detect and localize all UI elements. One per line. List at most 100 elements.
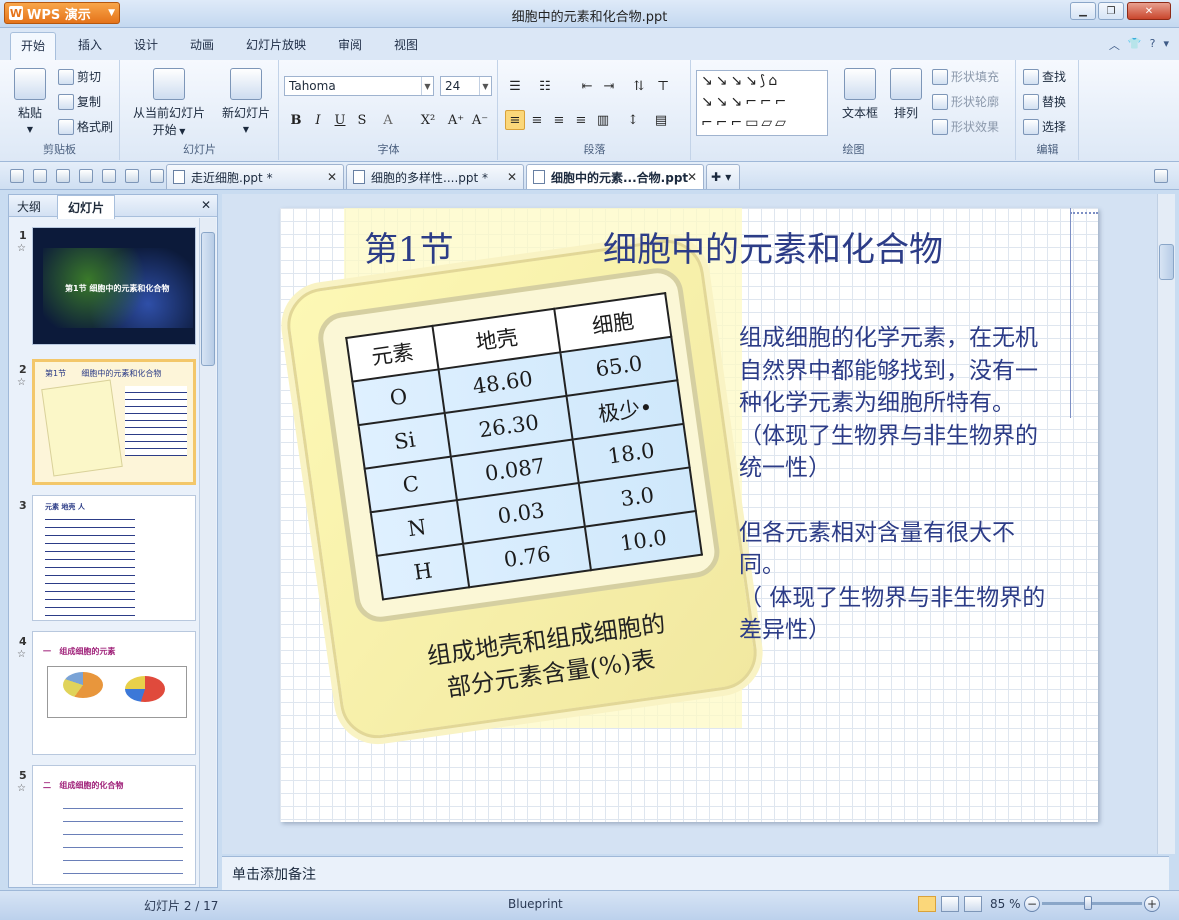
tab-slideshow[interactable]: 幻灯片放映 bbox=[246, 36, 306, 53]
tab-outline[interactable]: 大纲 bbox=[17, 198, 41, 215]
align-text-icon[interactable]: ⊤ bbox=[653, 76, 673, 96]
slide-canvas[interactable]: 元素 地壳 细胞 O 48.60 65.0 Si 26.30 极少• C 0.0… bbox=[280, 208, 1098, 822]
open-icon[interactable] bbox=[10, 169, 24, 183]
numbering-icon[interactable]: ☷ bbox=[535, 76, 555, 96]
skin-icon[interactable]: 👕 bbox=[1128, 37, 1142, 53]
tab-slides[interactable]: 幻灯片 bbox=[57, 195, 116, 219]
distribute-button[interactable]: ▥ bbox=[593, 110, 613, 130]
close-icon[interactable]: ✕ bbox=[327, 170, 337, 184]
align-center-button[interactable]: ≡ bbox=[527, 110, 547, 130]
textbox-button[interactable]: 文本框 bbox=[838, 68, 882, 121]
replace-button[interactable]: 替换 bbox=[1023, 93, 1066, 110]
line-spacing-icon[interactable]: ↕ bbox=[623, 110, 643, 130]
font-color-button[interactable]: A bbox=[378, 110, 398, 130]
maximize-button[interactable]: ❐ bbox=[1098, 2, 1124, 20]
save-icon[interactable] bbox=[33, 169, 47, 183]
font-name-select[interactable]: Tahoma ▼ bbox=[284, 76, 434, 96]
slide-sorter-button[interactable] bbox=[941, 896, 959, 912]
slide-thumbnail[interactable]: 二 组成细胞的化合物 bbox=[32, 765, 196, 885]
shape-outline-button[interactable]: 形状轮廓 bbox=[932, 93, 999, 110]
shape-effect-button[interactable]: 形状效果 bbox=[932, 118, 999, 135]
print-preview-icon[interactable] bbox=[79, 169, 93, 183]
print-icon[interactable] bbox=[56, 169, 70, 183]
slide-thumbnail-selected[interactable]: 第1节 细胞中的元素和化合物 bbox=[32, 359, 196, 485]
shapes-gallery[interactable]: ↘↘↘↘⟆⌂ ↘↘↘⌐⌐⌐ ⌐⌐⌐▭▱▱ bbox=[696, 70, 828, 136]
align-left-button[interactable]: ≡ bbox=[505, 110, 525, 130]
collapse-ribbon-icon[interactable]: ︿ bbox=[1109, 37, 1120, 53]
notes-pane[interactable]: 单击添加备注 bbox=[222, 856, 1169, 890]
editing-group: 查找 替换 选择 编辑 bbox=[1017, 60, 1079, 160]
redo-icon[interactable] bbox=[125, 169, 139, 183]
doc-tab[interactable]: 细胞的多样性....ppt * ✕ bbox=[346, 164, 524, 189]
zoom-in-button[interactable]: + bbox=[1144, 896, 1160, 912]
increase-indent-icon[interactable]: ⇥ bbox=[599, 76, 619, 96]
zoom-out-button[interactable]: − bbox=[1024, 896, 1040, 912]
layout-icon[interactable] bbox=[1154, 169, 1168, 183]
normal-view-button[interactable] bbox=[918, 896, 936, 912]
shrink-font-button[interactable]: A⁻ bbox=[470, 110, 490, 130]
grow-font-button[interactable]: A⁺ bbox=[446, 110, 466, 130]
slide-title[interactable]: 细胞中的元素和化合物 bbox=[603, 222, 943, 271]
italic-button[interactable]: I bbox=[308, 110, 328, 130]
shape-fill-button[interactable]: 形状填充 bbox=[932, 68, 999, 85]
chevron-down-icon[interactable]: ▾ bbox=[1163, 37, 1169, 53]
shadow-button[interactable]: S bbox=[352, 110, 372, 130]
slide-editor: 元素 地壳 细胞 O 48.60 65.0 Si 26.30 极少• C 0.0… bbox=[222, 194, 1175, 854]
slide-scrollbar[interactable] bbox=[1157, 194, 1175, 854]
align-right-button[interactable]: ≡ bbox=[549, 110, 569, 130]
chevron-down-icon: ▼ bbox=[242, 125, 250, 134]
scrollbar-thumb[interactable] bbox=[201, 232, 215, 366]
justify-button[interactable]: ≡ bbox=[571, 110, 591, 130]
find-button[interactable]: 查找 bbox=[1023, 68, 1066, 85]
tab-review[interactable]: 审阅 bbox=[338, 36, 362, 53]
new-tab-button[interactable]: ✚ ▾ bbox=[706, 164, 740, 189]
close-button[interactable]: ✕ bbox=[1127, 2, 1171, 20]
select-button[interactable]: 选择 bbox=[1023, 118, 1066, 135]
minimize-button[interactable]: ▁ bbox=[1070, 2, 1096, 20]
doc-tab-active[interactable]: 细胞中的元素...合物.ppt ✕ bbox=[526, 164, 704, 189]
zoom-slider[interactable] bbox=[1042, 902, 1142, 905]
thumbnails-scrollbar[interactable] bbox=[199, 218, 216, 887]
ribbon-help-area: ︿ 👕 ? ▾ bbox=[1109, 37, 1169, 53]
font-size-select[interactable]: 24 ▼ bbox=[440, 76, 492, 96]
new-slide-button[interactable]: 新幻灯片 ▼ bbox=[217, 68, 275, 135]
close-icon[interactable]: ✕ bbox=[687, 170, 697, 184]
bullets-icon[interactable]: ☰ bbox=[505, 76, 525, 96]
close-icon[interactable]: ✕ bbox=[507, 170, 517, 184]
scrollbar-thumb[interactable] bbox=[1159, 244, 1174, 280]
text-direction-icon[interactable]: ⇅ bbox=[629, 76, 649, 96]
tab-design[interactable]: 设计 bbox=[134, 36, 158, 53]
cut-button[interactable]: 剪切 bbox=[58, 68, 101, 85]
help-icon[interactable]: ? bbox=[1150, 37, 1156, 53]
bold-button[interactable]: B bbox=[286, 110, 306, 130]
zoom-slider-thumb[interactable] bbox=[1084, 896, 1092, 910]
superscript-button[interactable]: X² bbox=[418, 110, 438, 130]
table-image[interactable]: 元素 地壳 细胞 O 48.60 65.0 Si 26.30 极少• C 0.0… bbox=[282, 218, 762, 744]
underline-button[interactable]: U bbox=[330, 110, 350, 130]
tab-home[interactable]: 开始 bbox=[10, 32, 57, 62]
slide-body-textbox[interactable]: 组成细胞的化学元素，在无机自然界中都能够找到，没有一种化学元素为细胞所特有。 （… bbox=[739, 322, 1059, 647]
slide-thumbnail[interactable]: 一 组成细胞的元素 bbox=[32, 631, 196, 755]
paste-button[interactable]: 粘贴 ▼ bbox=[10, 68, 50, 135]
copy-button[interactable]: 复制 bbox=[58, 93, 101, 110]
arrange-button[interactable]: 排列 bbox=[886, 68, 926, 121]
customize-toolbar-icon[interactable] bbox=[150, 169, 164, 183]
undo-icon[interactable] bbox=[102, 169, 116, 183]
body-paragraph: （体现了生物界与非生物界的统一性） bbox=[739, 422, 1038, 482]
tab-view[interactable]: 视图 bbox=[394, 36, 418, 53]
slide-thumbnail[interactable]: 第1节 细胞中的元素和化合物 bbox=[32, 227, 196, 345]
slide-number: 3 bbox=[19, 499, 27, 512]
scissors-icon bbox=[58, 68, 74, 85]
columns-icon[interactable]: ▤ bbox=[651, 110, 671, 130]
decrease-indent-icon[interactable]: ⇤ bbox=[577, 76, 597, 96]
slide-thumbnail[interactable]: 元素 地壳 人 bbox=[32, 495, 196, 621]
slideshow-view-button[interactable] bbox=[964, 896, 982, 912]
slide-title-section[interactable]: 第1节 bbox=[364, 222, 454, 271]
panel-tabs: 大纲 幻灯片 ✕ bbox=[9, 195, 217, 219]
format-painter-button[interactable]: 格式刷 bbox=[58, 118, 113, 135]
doc-tab[interactable]: 走近细胞.ppt * ✕ bbox=[166, 164, 344, 189]
close-icon[interactable]: ✕ bbox=[201, 198, 211, 212]
play-from-current-button[interactable]: 从当前幻灯片 开始 ▼ bbox=[127, 68, 211, 138]
tab-animation[interactable]: 动画 bbox=[190, 36, 214, 53]
tab-insert[interactable]: 插入 bbox=[78, 36, 102, 53]
